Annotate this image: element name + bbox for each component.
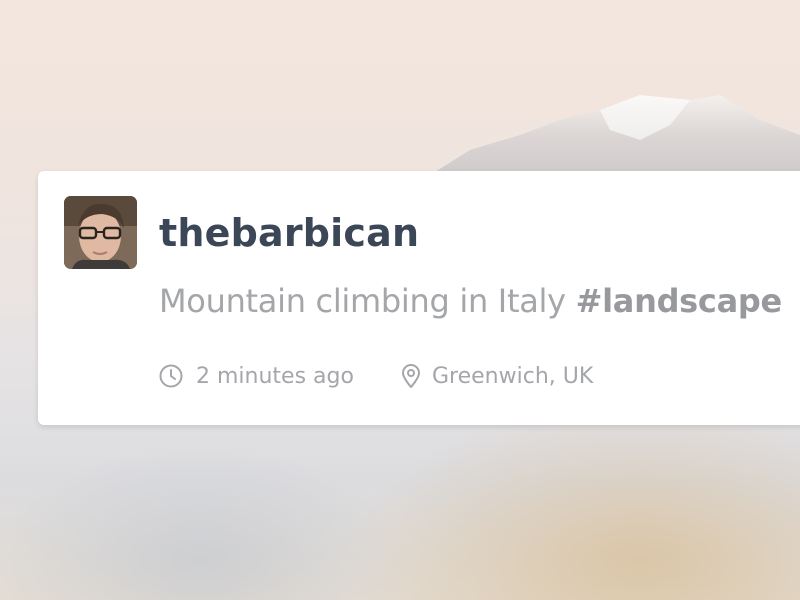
post-timestamp: 2 minutes ago xyxy=(158,361,354,391)
post-caption: Mountain climbing in Italy #landscape xyxy=(159,282,782,320)
hashtag-link[interactable]: #landscape xyxy=(576,282,783,320)
time-ago-text: 2 minutes ago xyxy=(196,363,354,389)
avatar[interactable] xyxy=(64,196,137,269)
caption-text: Mountain climbing in Italy xyxy=(159,282,576,320)
location-pin-icon xyxy=(398,363,424,389)
avatar-photo xyxy=(64,196,137,269)
clock-icon xyxy=(158,363,184,389)
post-location[interactable]: Greenwich, UK xyxy=(398,361,593,391)
username[interactable]: thebarbican xyxy=(159,211,419,255)
post-card[interactable]: thebarbican Mountain climbing in Italy #… xyxy=(38,171,800,425)
location-text: Greenwich, UK xyxy=(432,363,594,389)
